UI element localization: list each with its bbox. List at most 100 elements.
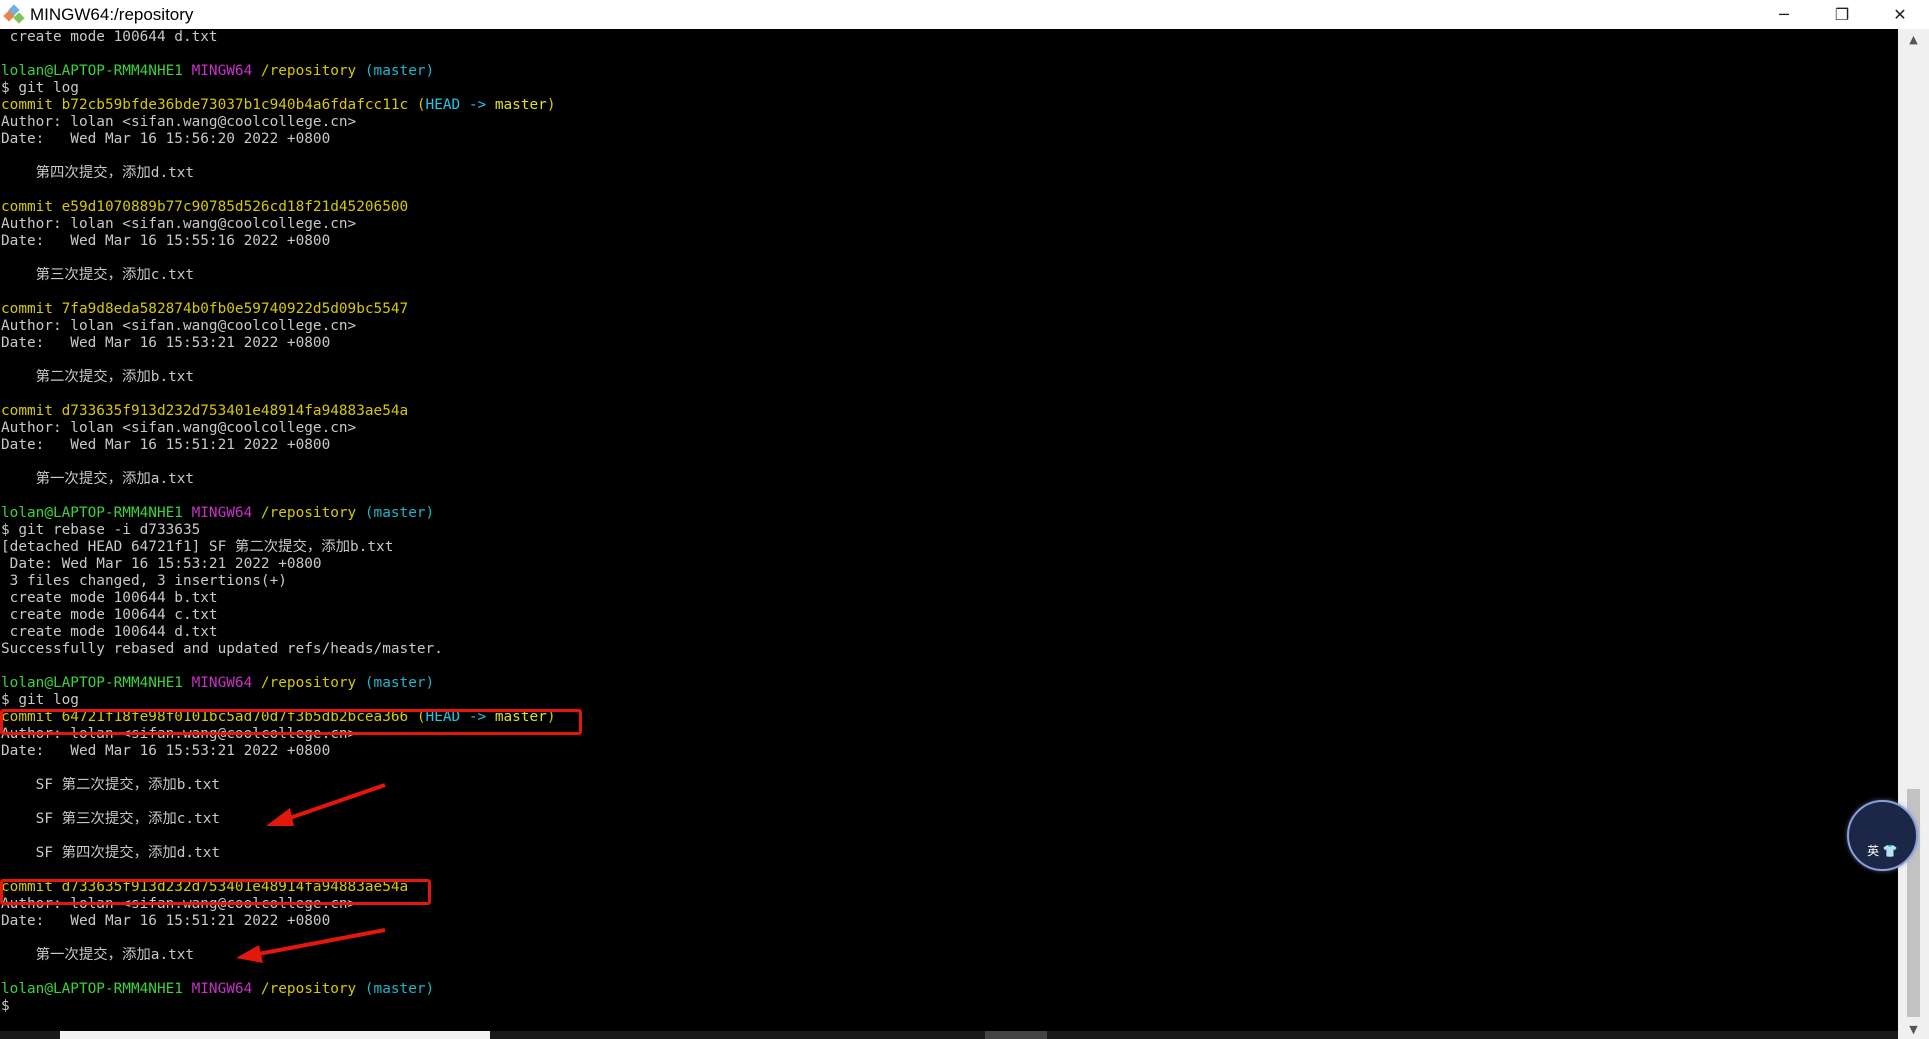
terminal-text-segment: HEAD -> xyxy=(425,709,495,725)
bottom-strip-segment xyxy=(60,1031,490,1039)
terminal-line: $ git log xyxy=(0,692,1898,709)
terminal-line: lolan@LAPTOP-RMM4NHE1 MINGW64 /repositor… xyxy=(0,675,1898,692)
terminal-text-segment: Successfully rebased and updated refs/he… xyxy=(1,641,443,657)
terminal-text-segment: commit e59d1070889b77c90785d526cd18f21d4… xyxy=(1,199,409,215)
terminal-line: commit 64721f18fe98f0101bc5ad70d7f3b5db2… xyxy=(0,709,1898,726)
terminal-text-segment: Date: Wed Mar 16 15:51:21 2022 +0800 xyxy=(1,913,331,929)
terminal-text-segment: Date: Wed Mar 16 15:51:21 2022 +0800 xyxy=(1,437,331,453)
terminal-line: create mode 100644 d.txt xyxy=(0,29,1898,46)
terminal-text-segment: Author: lolan <sifan.wang@coolcollege.cn… xyxy=(1,896,357,912)
terminal-text-segment: Date: Wed Mar 16 15:53:21 2022 +0800 xyxy=(1,335,331,351)
terminal-text-segment: 第一次提交，添加a.txt xyxy=(1,471,195,487)
terminal-window: MINGW64:/repository ─ ❐ ✕ create mode 10… xyxy=(0,0,1929,1039)
terminal-text-segment: ( xyxy=(416,97,426,113)
terminal-line: $ xyxy=(0,998,1898,1015)
terminal-line: lolan@LAPTOP-RMM4NHE1 MINGW64 /repositor… xyxy=(0,505,1898,522)
terminal-text-segment: master xyxy=(494,709,547,725)
terminal-text-segment: /repository xyxy=(260,675,365,691)
terminal-text-segment: /repository xyxy=(260,63,365,79)
terminal-line: Date: Wed Mar 16 15:53:21 2022 +0800 xyxy=(0,556,1898,573)
ime-widget-label: 英 👕 xyxy=(1867,844,1898,858)
terminal-line: SF 第二次提交，添加b.txt xyxy=(0,777,1898,794)
terminal-text-segment: commit d733635f913d232d753401e48914fa948… xyxy=(1,403,409,419)
terminal-text-segment: /repository xyxy=(260,505,365,521)
bottom-strip-segment xyxy=(985,1031,1047,1039)
terminal-text-segment: commit 7fa9d8eda582874b0fb0e59740922d5d0… xyxy=(1,301,409,317)
terminal-text-segment: Date: Wed Mar 16 15:56:20 2022 +0800 xyxy=(1,131,331,147)
terminal-line: 第一次提交，添加a.txt xyxy=(0,947,1898,964)
terminal-text-segment: Author: lolan <sifan.wang@coolcollege.cn… xyxy=(1,216,357,232)
minimize-button[interactable]: ─ xyxy=(1755,0,1813,29)
terminal-line: lolan@LAPTOP-RMM4NHE1 MINGW64 /repositor… xyxy=(0,63,1898,80)
terminal-text-segment: SF 第三次提交，添加c.txt xyxy=(1,811,221,827)
terminal-text-segment: lolan@LAPTOP-RMM4NHE1 xyxy=(1,981,192,997)
terminal-text-segment: lolan@LAPTOP-RMM4NHE1 xyxy=(1,505,192,521)
terminal-text-segment: $ xyxy=(1,998,10,1014)
terminal-text-segment: create mode 100644 b.txt xyxy=(1,590,218,606)
terminal-text-segment: Date: Wed Mar 16 15:53:21 2022 +0800 xyxy=(1,556,322,572)
terminal-line: Author: lolan <sifan.wang@coolcollege.cn… xyxy=(0,318,1898,335)
terminal-line: create mode 100644 d.txt xyxy=(0,624,1898,641)
title-bar[interactable]: MINGW64:/repository ─ ❐ ✕ xyxy=(0,0,1929,29)
terminal-text-segment: create mode 100644 c.txt xyxy=(1,607,218,623)
scroll-down-arrow-icon[interactable]: ▼ xyxy=(1898,1019,1929,1039)
vertical-scrollbar[interactable]: ▲ ▼ xyxy=(1898,29,1929,1039)
terminal-text-segment: $ git log xyxy=(1,692,79,708)
terminal-text-segment: master xyxy=(494,97,547,113)
terminal-line: Date: Wed Mar 16 15:55:16 2022 +0800 xyxy=(0,233,1898,250)
terminal-text-segment: (master) xyxy=(364,675,435,691)
terminal-line: commit b72cb59bfde36bde73037b1c940b4a6fd… xyxy=(0,97,1898,114)
ime-floating-widget[interactable]: 英 👕 xyxy=(1847,800,1918,871)
restore-button[interactable]: ❐ xyxy=(1813,0,1871,29)
terminal-text-segment: commit 64721f18fe98f0101bc5ad70d7f3b5db2… xyxy=(1,709,417,725)
terminal-text-segment: $ git rebase -i d733635 xyxy=(1,522,201,538)
terminal-text-segment: Date: Wed Mar 16 15:53:21 2022 +0800 xyxy=(1,743,331,759)
terminal-text-segment: /repository xyxy=(260,981,365,997)
terminal-text-segment: Author: lolan <sifan.wang@coolcollege.cn… xyxy=(1,318,357,334)
terminal-text-segment: commit b72cb59bfde36bde73037b1c940b4a6fd… xyxy=(1,97,417,113)
terminal-text-segment: (master) xyxy=(364,63,435,79)
terminal-line: Successfully rebased and updated refs/he… xyxy=(0,641,1898,658)
terminal-line: $ git rebase -i d733635 xyxy=(0,522,1898,539)
terminal-line: Date: Wed Mar 16 15:53:21 2022 +0800 xyxy=(0,335,1898,352)
terminal-text-segment: SF 第二次提交，添加b.txt xyxy=(1,777,221,793)
terminal-line: commit d733635f913d232d753401e48914fa948… xyxy=(0,403,1898,420)
terminal-line: 第四次提交，添加d.txt xyxy=(0,165,1898,182)
terminal-text-segment: lolan@LAPTOP-RMM4NHE1 xyxy=(1,63,192,79)
terminal-output[interactable]: create mode 100644 d.txt lolan@LAPTOP-RMM… xyxy=(0,29,1898,1029)
terminal-text-segment: Author: lolan <sifan.wang@coolcollege.cn… xyxy=(1,114,357,130)
terminal-text-segment: [detached HEAD 64721f1] SF 第二次提交，添加b.txt xyxy=(1,539,394,555)
terminal-text-segment: ( xyxy=(416,709,426,725)
terminal-line: [detached HEAD 64721f1] SF 第二次提交，添加b.txt xyxy=(0,539,1898,556)
terminal-line: commit 7fa9d8eda582874b0fb0e59740922d5d0… xyxy=(0,301,1898,318)
terminal-text-segment: $ git log xyxy=(1,80,79,96)
terminal-line: lolan@LAPTOP-RMM4NHE1 MINGW64 /repositor… xyxy=(0,981,1898,998)
scroll-up-arrow-icon[interactable]: ▲ xyxy=(1898,29,1929,49)
terminal-line: Date: Wed Mar 16 15:51:21 2022 +0800 xyxy=(0,913,1898,930)
terminal-line: Author: lolan <sifan.wang@coolcollege.cn… xyxy=(0,114,1898,131)
terminal-line: commit e59d1070889b77c90785d526cd18f21d4… xyxy=(0,199,1898,216)
terminal-line: create mode 100644 c.txt xyxy=(0,607,1898,624)
terminal-line: Author: lolan <sifan.wang@coolcollege.cn… xyxy=(0,726,1898,743)
terminal-line: Author: lolan <sifan.wang@coolcollege.cn… xyxy=(0,216,1898,233)
terminal-text-segment: ) xyxy=(546,97,556,113)
terminal-text-segment: 第一次提交，添加a.txt xyxy=(1,947,195,963)
terminal-line: $ git log xyxy=(0,80,1898,97)
terminal-line: Date: Wed Mar 16 15:56:20 2022 +0800 xyxy=(0,131,1898,148)
terminal-line: commit d733635f913d232d753401e48914fa948… xyxy=(0,879,1898,896)
close-button[interactable]: ✕ xyxy=(1871,0,1929,29)
terminal-text-segment: commit d733635f913d232d753401e48914fa948… xyxy=(1,879,409,895)
terminal-text-segment: Author: lolan <sifan.wang@coolcollege.cn… xyxy=(1,726,357,742)
terminal-line: 第二次提交，添加b.txt xyxy=(0,369,1898,386)
terminal-text-segment: 第三次提交，添加c.txt xyxy=(1,267,195,283)
terminal-text-segment: (master) xyxy=(364,505,435,521)
